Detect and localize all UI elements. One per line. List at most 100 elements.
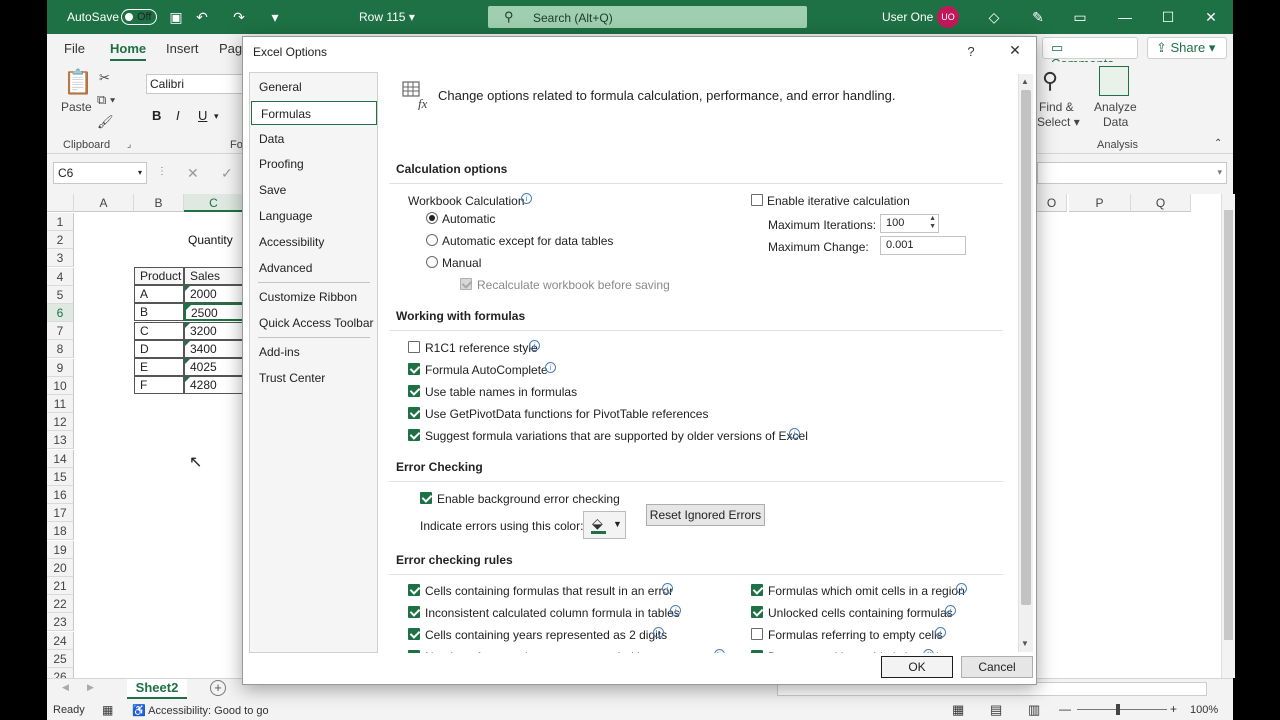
table-cell[interactable]: 3400 <box>184 339 244 358</box>
nav-item-add-ins[interactable]: Add-ins <box>250 340 377 364</box>
nav-item-general[interactable]: General <box>250 75 377 99</box>
scroll-up-icon[interactable]: ▲ <box>1021 77 1029 86</box>
info-icon[interactable]: i <box>935 627 946 638</box>
error-rule-checkbox[interactable] <box>408 584 420 596</box>
table-cell[interactable]: E <box>134 358 184 376</box>
row-header[interactable]: 9 <box>47 358 74 377</box>
row-header[interactable]: 18 <box>47 522 74 541</box>
row-header[interactable]: 2 <box>47 231 74 250</box>
automatic-except-radio[interactable] <box>426 234 438 246</box>
row-header[interactable]: 10 <box>47 376 74 395</box>
error-rule-label[interactable]: Formulas referring to empty cells <box>768 628 943 642</box>
nav-item-formulas[interactable]: Formulas <box>251 101 377 125</box>
row-header[interactable]: 21 <box>47 577 74 595</box>
info-icon[interactable]: i <box>521 193 532 204</box>
spin-down-icon[interactable]: ▼ <box>929 223 936 230</box>
info-icon[interactable]: i <box>670 605 681 616</box>
scroll-down-icon[interactable]: ▼ <box>1021 639 1029 648</box>
tab-home[interactable]: Home <box>110 41 147 61</box>
spin-up-icon[interactable]: ▲ <box>929 215 936 222</box>
data-label[interactable]: Data <box>1103 115 1128 129</box>
working-formula-label[interactable]: Use GetPivotData functions for PivotTabl… <box>425 407 708 421</box>
max-iterations-input[interactable]: 100 ▲ ▼ <box>880 214 939 233</box>
automatic-except-label[interactable]: Automatic except for data tables <box>442 234 613 248</box>
enable-bg-error-checkbox[interactable] <box>420 492 432 504</box>
row-header[interactable]: 11 <box>47 395 74 413</box>
namebox-more-icon[interactable]: ⋮ <box>157 166 167 177</box>
working-formula-label[interactable]: Suggest formula variations that are supp… <box>425 429 808 443</box>
row-header[interactable]: 8 <box>47 340 74 359</box>
autosave-toggle[interactable]: Off <box>121 9 157 25</box>
row-header[interactable]: 7 <box>47 322 74 341</box>
zoom-slider[interactable] <box>1077 709 1167 710</box>
error-rule-label[interactable]: Data entered in a table is invalid <box>768 650 939 653</box>
paste-icon[interactable]: 📋 <box>63 68 93 97</box>
working-formula-checkbox[interactable] <box>408 363 420 375</box>
column-header[interactable]: Q <box>1131 194 1191 212</box>
error-rule-checkbox[interactable] <box>751 650 763 653</box>
zoom-level[interactable]: 100% <box>1190 704 1218 716</box>
row-header[interactable]: 15 <box>47 467 74 486</box>
table-cell[interactable]: F <box>134 376 184 395</box>
close-window-icon[interactable]: ✕ <box>1203 9 1219 25</box>
grid-vertical-scrollbar[interactable] <box>1221 194 1235 678</box>
minimize-icon[interactable]: — <box>1117 9 1133 25</box>
name-box[interactable]: C6 ▾ <box>53 162 147 184</box>
automatic-radio[interactable] <box>426 212 438 224</box>
row-header[interactable]: 24 <box>47 631 74 650</box>
search-box[interactable]: ⚲ Search (Alt+Q) <box>488 6 807 28</box>
table-cell[interactable]: C <box>134 321 184 340</box>
table-header-cell[interactable]: Product <box>134 267 184 285</box>
italic-button[interactable]: I <box>176 108 180 123</box>
premium-diamond-icon[interactable]: ◇ <box>986 9 1002 25</box>
error-rule-label[interactable]: Cells containing years represented as 2 … <box>425 628 667 642</box>
customize-toolbar-icon[interactable]: ▾ <box>267 9 283 25</box>
comments-button[interactable]: ▭ Comments <box>1042 37 1138 71</box>
prev-sheet-icon[interactable]: ◀ <box>62 682 69 693</box>
analyze-label[interactable]: Analyze <box>1094 100 1137 114</box>
table-cell[interactable]: 2000 <box>184 285 244 304</box>
tab-insert[interactable]: Insert <box>166 41 199 56</box>
share-button[interactable]: ⇪ Share ▾ <box>1147 37 1227 59</box>
zoom-in-icon[interactable]: + <box>1170 702 1177 716</box>
scroll-thumb[interactable] <box>1021 90 1031 605</box>
dialog-scrollbar[interactable]: ▲ ▼ <box>1018 74 1033 652</box>
collapse-ribbon-icon[interactable]: ⌃ <box>1214 138 1222 149</box>
max-change-input[interactable]: 0.001 <box>880 236 966 255</box>
ribbon-display-icon[interactable]: ▭ <box>1072 9 1088 25</box>
analyze-data-icon[interactable] <box>1099 66 1129 96</box>
working-formula-checkbox[interactable] <box>408 341 420 353</box>
formula-input[interactable]: ▾ <box>1037 162 1227 184</box>
nav-item-proofing[interactable]: Proofing <box>250 152 377 176</box>
row-header[interactable]: 22 <box>47 595 74 614</box>
underline-button[interactable]: U <box>198 108 207 123</box>
page-layout-view-icon[interactable]: ▤ <box>990 702 1002 718</box>
error-rule-checkbox[interactable] <box>751 628 763 640</box>
row-header[interactable]: 20 <box>47 558 74 577</box>
paste-label[interactable]: Paste <box>61 100 92 114</box>
reset-ignored-errors-button[interactable]: Reset Ignored Errors <box>646 504 765 526</box>
underline-dropdown-icon[interactable]: ▾ <box>214 111 219 122</box>
nav-item-quick-access-toolbar[interactable]: Quick Access Toolbar <box>250 311 377 335</box>
error-rule-checkbox[interactable] <box>408 650 420 653</box>
nav-item-customize-ribbon[interactable]: Customize Ribbon <box>250 285 377 309</box>
help-button[interactable]: ? <box>961 44 981 59</box>
row-header[interactable]: 25 <box>47 649 74 668</box>
working-formula-checkbox[interactable] <box>408 385 420 397</box>
error-rule-label[interactable]: Unlocked cells containing formulas <box>768 606 953 620</box>
row-header[interactable]: 1 <box>47 213 74 231</box>
format-painter-icon[interactable]: 🖌 <box>97 114 114 130</box>
working-formula-label[interactable]: Formula AutoComplete <box>425 363 548 377</box>
error-rule-checkbox[interactable] <box>408 628 420 640</box>
error-rule-checkbox[interactable] <box>751 584 763 596</box>
nav-item-trust-center[interactable]: Trust Center <box>250 366 377 390</box>
cancel-button[interactable]: Cancel <box>961 656 1033 678</box>
font-name-box[interactable]: Calibri <box>146 74 246 94</box>
iterative-checkbox[interactable] <box>751 194 763 206</box>
accessibility-status[interactable]: ♿ Accessibility: Good to go <box>132 704 269 717</box>
row-header[interactable]: 23 <box>47 613 74 632</box>
table-header-cell[interactable]: Sales <box>184 267 244 285</box>
column-header[interactable]: C <box>184 194 244 212</box>
error-rule-label[interactable]: Cells containing formulas that result in… <box>425 584 673 598</box>
normal-view-icon[interactable]: ▦ <box>952 702 964 718</box>
